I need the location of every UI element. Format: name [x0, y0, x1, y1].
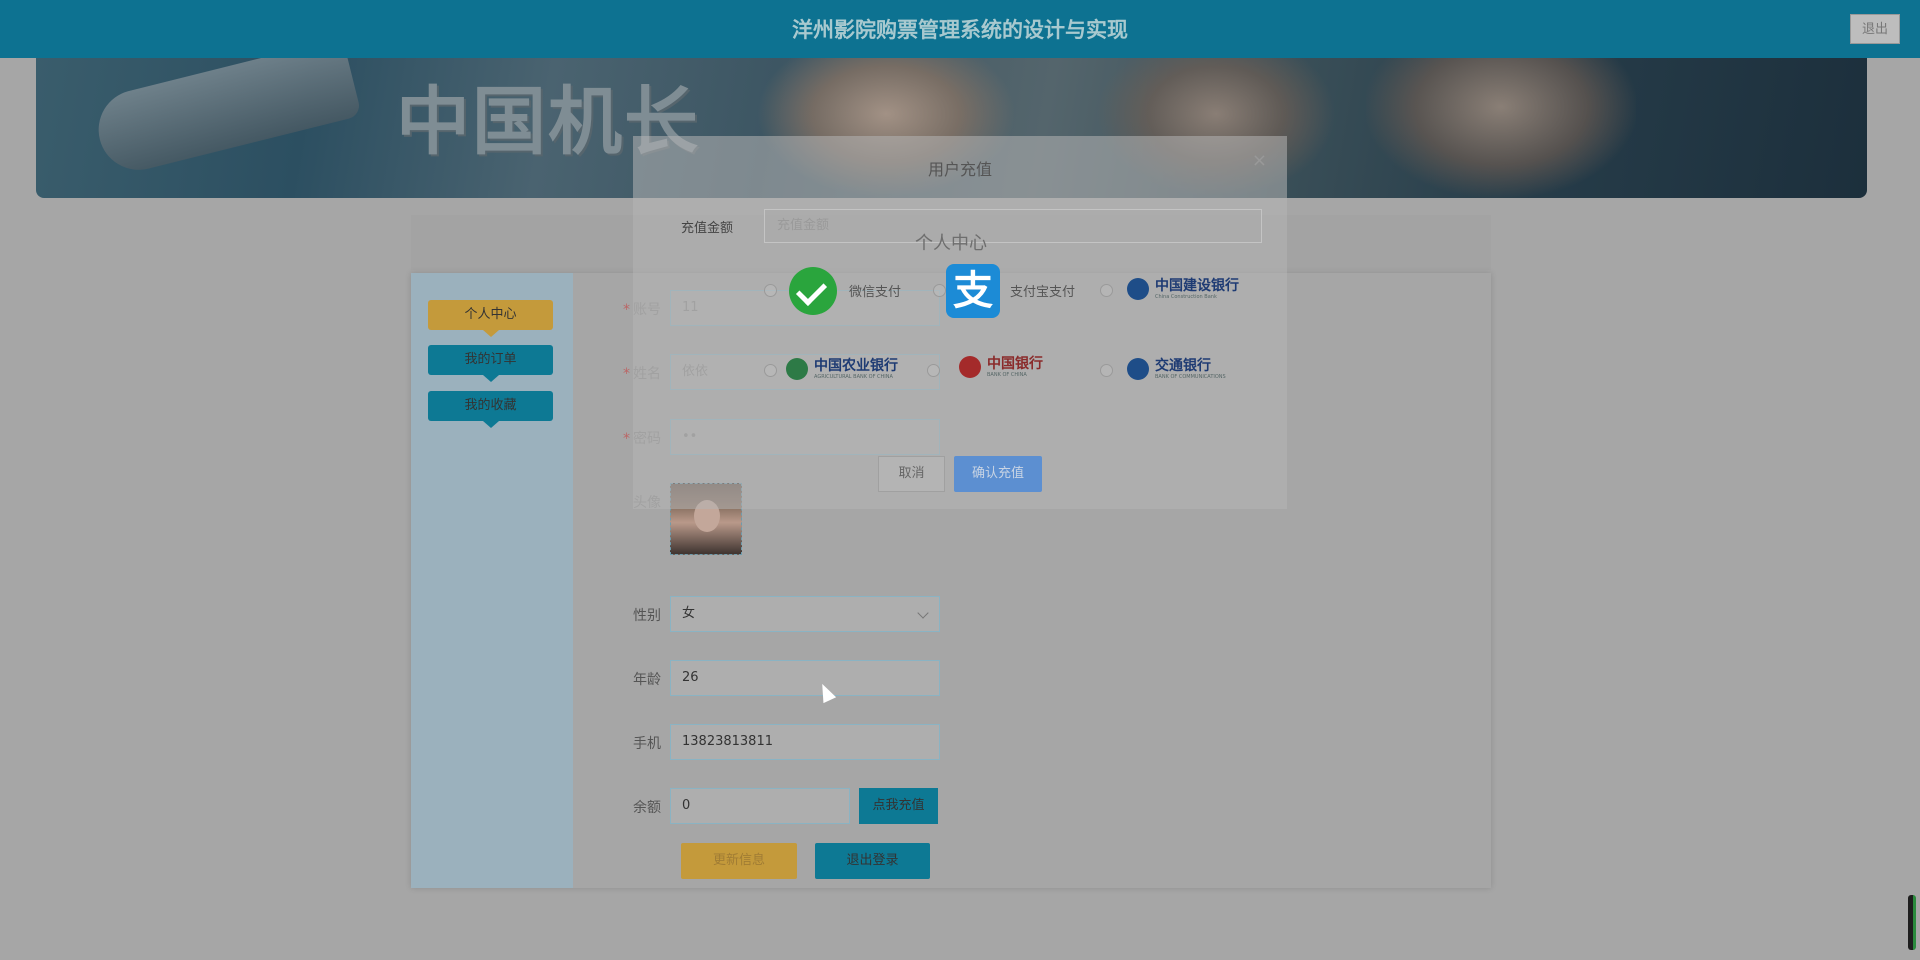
- recharge-dialog: 用户充值 × 充值金额 充值金额 微信支付 支 支付宝支付 中国建设银行 Chin…: [633, 136, 1287, 509]
- age-label: 年龄: [633, 672, 661, 688]
- age-input[interactable]: 26: [670, 660, 940, 696]
- recharge-button[interactable]: 点我充值: [859, 788, 938, 824]
- abc-radio[interactable]: [764, 364, 777, 377]
- sidebar-item-favorites[interactable]: 我的收藏: [428, 391, 553, 428]
- ccb-logo: 中国建设银行 China Construction Bank: [1127, 278, 1239, 300]
- jet-image: [90, 58, 362, 179]
- bocom-icon: [1127, 358, 1149, 380]
- wechat-pay-label: 微信支付: [849, 285, 902, 300]
- sidebar: 个人中心 我的订单 我的收藏: [411, 273, 573, 888]
- logout-account-button[interactable]: 退出登录: [815, 843, 930, 879]
- boc-logo: 中国银行 BANK OF CHINA: [959, 356, 1043, 378]
- cancel-button[interactable]: 取消: [878, 456, 945, 492]
- boc-radio[interactable]: [927, 364, 940, 377]
- logout-button[interactable]: 退出: [1850, 14, 1900, 44]
- bocom-radio[interactable]: [1100, 364, 1113, 377]
- ccb-icon: [1127, 278, 1149, 300]
- scrollbar[interactable]: [1908, 895, 1916, 950]
- alipay-label: 支付宝支付: [1010, 285, 1076, 300]
- boc-icon: [959, 356, 981, 378]
- balance-input[interactable]: 0: [670, 788, 850, 824]
- close-icon[interactable]: ×: [1252, 150, 1267, 171]
- phone-input[interactable]: 13823813811: [670, 724, 940, 760]
- balance-label: 余额: [633, 800, 661, 816]
- wechat-pay-icon: [789, 267, 837, 315]
- section-title: 个人中心: [915, 233, 987, 254]
- gender-label: 性别: [633, 608, 661, 624]
- wechat-radio[interactable]: [764, 284, 777, 297]
- sidebar-item-profile[interactable]: 个人中心: [428, 300, 553, 337]
- action-row: 更新信息 退出登录: [411, 843, 1491, 879]
- abc-icon: [786, 358, 808, 380]
- gender-select[interactable]: 女: [670, 596, 940, 632]
- bocom-logo: 交通银行 BANK OF COMMUNICATIONS: [1127, 358, 1226, 380]
- confirm-recharge-button[interactable]: 确认充值: [954, 456, 1042, 492]
- ccb-radio[interactable]: [1100, 284, 1113, 297]
- top-bar: 洋州影院购票管理系统的设计与实现 退出: [0, 0, 1920, 58]
- pilot-figure: [1366, 58, 1636, 198]
- phone-label: 手机: [633, 736, 661, 752]
- abc-logo: 中国农业银行 AGRICULTURAL BANK OF CHINA: [786, 358, 898, 380]
- dialog-title: 用户充值: [927, 160, 992, 179]
- update-info-button[interactable]: 更新信息: [681, 843, 797, 879]
- sidebar-item-orders[interactable]: 我的订单: [428, 345, 553, 382]
- alipay-icon: 支: [946, 264, 1000, 318]
- app-title: 洋州影院购票管理系统的设计与实现: [792, 18, 1128, 42]
- alipay-radio[interactable]: [933, 284, 946, 297]
